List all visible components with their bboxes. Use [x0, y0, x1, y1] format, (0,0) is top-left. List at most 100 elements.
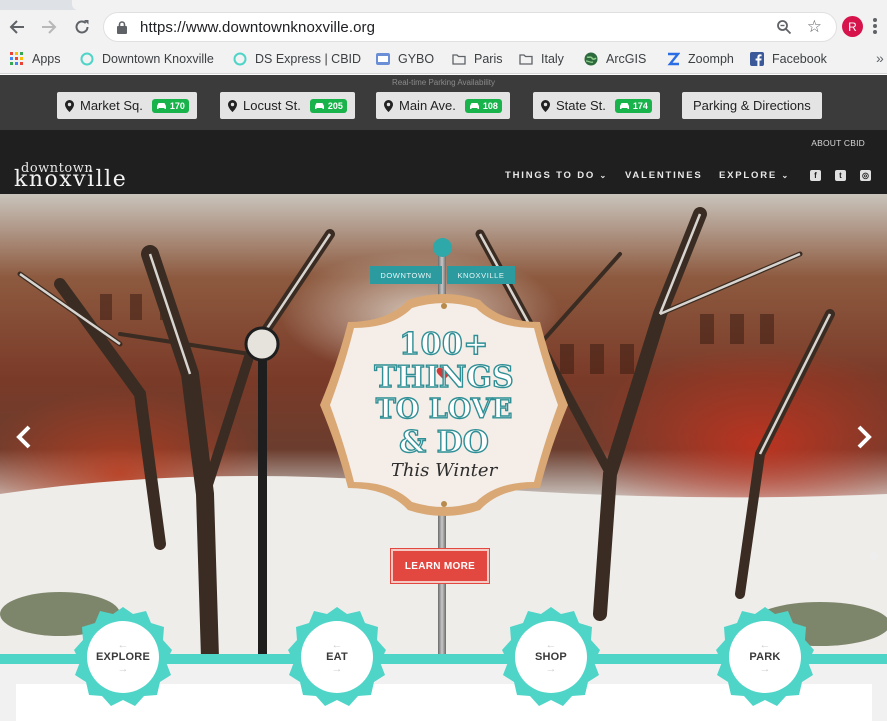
bookmark-apps[interactable]: Apps	[10, 51, 61, 67]
back-button[interactable]	[4, 14, 30, 40]
quicklink-face: ← EXPLORE →	[87, 621, 159, 693]
parking-caption: Real-time Parking Availability	[391, 78, 495, 87]
hero-line-3: TO LOVE	[375, 393, 513, 425]
circle-logo-icon	[80, 52, 94, 66]
bookmark-label: Facebook	[772, 52, 827, 66]
address-bar[interactable]: https://www.downtownknoxville.org ☆	[103, 12, 837, 42]
map-pin-icon	[65, 99, 74, 112]
forward-arrow-icon	[42, 20, 57, 34]
street-sign-right: KNOXVILLE	[447, 266, 515, 284]
bookmark-arcgis[interactable]: ArcGIS	[584, 51, 646, 67]
parking-count-badge: 174	[614, 98, 652, 113]
bookmark-label: Apps	[32, 52, 61, 66]
bookmark-label: GYBO	[398, 52, 435, 66]
plaque-text: 100+ THINGS TO LOVE & DO This Winter	[318, 292, 570, 518]
arrow-right-icon: →	[331, 663, 343, 675]
nav-label: THINGS TO DO	[505, 170, 596, 181]
profile-avatar[interactable]: R	[842, 16, 863, 37]
carousel-indicator-dot[interactable]	[870, 552, 878, 560]
zoomph-logo-icon	[667, 52, 680, 66]
folder-icon	[452, 54, 466, 65]
arrow-left-icon: ←	[759, 639, 771, 651]
facebook-icon[interactable]: f	[810, 170, 821, 181]
nav-explore[interactable]: EXPLORE ⌄	[719, 170, 790, 181]
parking-lot-state-st[interactable]: State St. 174	[533, 92, 660, 119]
parking-lot-name: State St.	[556, 98, 606, 113]
car-icon	[156, 102, 166, 109]
bookmark-label: DS Express | CBID	[255, 52, 362, 66]
bookmarks-bar: Apps Downtown Knoxville DS Express | CBI…	[0, 44, 887, 74]
instagram-icon[interactable]: ◎	[860, 170, 871, 181]
logo-knoxville-text[interactable]: knoxville	[14, 167, 127, 192]
map-pin-icon	[228, 99, 237, 112]
quicklink-face: ← PARK →	[729, 621, 801, 693]
bookmarks-overflow-button[interactable]: »	[876, 50, 884, 66]
quicklink-label: PARK	[749, 651, 781, 663]
browser-toolbar: https://www.downtownknoxville.org ☆ R	[0, 10, 887, 44]
nav-things-to-do[interactable]: THINGS TO DO ⌄	[505, 170, 608, 181]
car-icon	[314, 102, 324, 109]
nav-label: VALENTINES	[625, 170, 703, 181]
parking-lot-locust-st[interactable]: Locust St. 205	[220, 92, 355, 119]
bookmark-label: Downtown Knoxville	[102, 52, 214, 66]
bookmark-gybo[interactable]: GYBO	[376, 51, 434, 67]
nav-valentines[interactable]: VALENTINES	[625, 170, 702, 181]
bookmark-zoomph[interactable]: Zoomph	[666, 51, 734, 67]
bookmark-label: ArcGIS	[606, 52, 647, 66]
parking-lot-market-sq[interactable]: Market Sq. 170	[57, 92, 197, 119]
bookmark-folder-italy[interactable]: Italy	[519, 51, 564, 67]
folder-icon	[519, 54, 533, 65]
quicklink-eat[interactable]: ← EAT →	[285, 605, 389, 709]
reload-button[interactable]	[69, 14, 95, 40]
parking-count: 174	[632, 100, 648, 111]
bookmark-ds-express[interactable]: DS Express | CBID	[233, 51, 361, 67]
arrow-right-icon: →	[759, 663, 771, 675]
arrow-left-icon: ←	[331, 639, 343, 651]
learn-more-button[interactable]: LEARN MORE	[390, 548, 490, 584]
nav-label: EXPLORE	[719, 170, 777, 181]
parking-count-badge: 205	[309, 98, 347, 113]
quicklink-explore[interactable]: ← EXPLORE →	[71, 605, 175, 709]
hero-line-4: & DO	[398, 425, 489, 460]
hero-sign-plaque: 100+ THINGS TO LOVE & DO This Winter	[318, 292, 570, 518]
browser-menu-icon[interactable]	[872, 17, 878, 37]
parking-count: 108	[482, 100, 498, 111]
street-sign-left: DOWNTOWN	[370, 266, 442, 284]
quicklink-label: EAT	[326, 651, 348, 663]
parking-count-badge: 108	[464, 98, 502, 113]
carousel-next-icon[interactable]	[850, 424, 876, 450]
parking-directions-button[interactable]: Parking & Directions	[682, 92, 822, 119]
quicklink-face: ← SHOP →	[515, 621, 587, 693]
quicklink-face: ← EAT →	[301, 621, 373, 693]
parking-lot-main-ave[interactable]: Main Ave. 108	[376, 92, 510, 119]
parking-lot-name: Market Sq.	[80, 98, 143, 113]
map-pin-icon	[384, 99, 393, 112]
parking-lot-name: Locust St.	[243, 98, 301, 113]
forward-button[interactable]	[36, 14, 62, 40]
bookmark-star-icon[interactable]: ☆	[807, 17, 822, 37]
bookmark-folder-paris[interactable]: Paris	[452, 51, 502, 67]
bookmark-label: Paris	[474, 52, 503, 66]
car-icon	[469, 102, 479, 109]
arrow-left-icon: ←	[117, 639, 129, 651]
quicklink-shop[interactable]: ← SHOP →	[499, 605, 603, 709]
active-tab[interactable]	[72, 0, 887, 10]
carousel-prev-icon[interactable]	[12, 424, 38, 450]
chevron-down-icon: ⌄	[599, 171, 609, 180]
zoom-icon[interactable]	[776, 19, 792, 35]
quicklink-label: EXPLORE	[96, 651, 150, 663]
facebook-icon	[750, 52, 764, 66]
circle-logo-icon	[233, 52, 247, 66]
bookmark-facebook[interactable]: Facebook	[750, 51, 827, 67]
apps-grid-icon	[10, 52, 23, 65]
about-cbid-link[interactable]: ABOUT CBID	[811, 138, 865, 148]
arrow-right-icon: →	[117, 663, 129, 675]
bookmark-downtown-knoxville[interactable]: Downtown Knoxville	[80, 51, 214, 67]
hero-carousel: DOWNTOWN KNOXVILLE 100+ THINGS TO LOVE &…	[0, 194, 887, 658]
gybo-logo-icon	[376, 53, 390, 65]
twitter-icon[interactable]: t	[835, 170, 846, 181]
car-icon	[619, 102, 629, 109]
quicklink-park[interactable]: ← PARK →	[713, 605, 817, 709]
hero-line-5: This Winter	[390, 460, 498, 481]
parking-lot-name: Main Ave.	[399, 98, 456, 113]
